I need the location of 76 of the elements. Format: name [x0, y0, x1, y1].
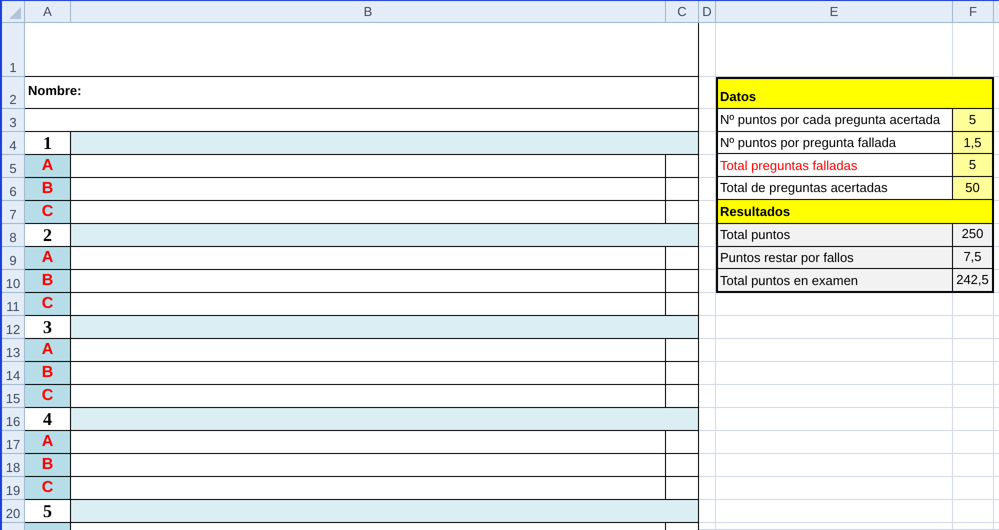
question-text-cell[interactable] [71, 224, 699, 247]
answer-text-cell[interactable] [71, 155, 666, 178]
result-value-cell-text: 250 [960, 225, 984, 244]
question-text-cell[interactable] [71, 316, 699, 339]
option-letter: C [42, 204, 54, 220]
table-cell[interactable] [25, 523, 71, 530]
data-value-cell[interactable]: 5 [953, 154, 992, 176]
option-letter: B [42, 181, 54, 197]
row-header[interactable]: 6 [9, 185, 17, 198]
header-filler [994, 1, 999, 23]
result-label: Puntos restar por fallos [719, 251, 855, 264]
data-value-cell[interactable]: 5 [953, 109, 992, 131]
row-header[interactable]: 2 [9, 93, 17, 106]
question-number: 3 [43, 318, 52, 336]
row-header[interactable]: 8 [9, 231, 17, 244]
column-header[interactable]: A [25, 1, 71, 23]
answer-mark-cell[interactable] [666, 454, 699, 477]
answer-text-cell[interactable] [71, 270, 666, 293]
option-letter: B [42, 457, 54, 473]
row-header[interactable] [2, 523, 25, 530]
answer-mark-cell[interactable] [666, 431, 699, 454]
data-label: Nº puntos por cada pregunta acertada [719, 113, 942, 126]
row-header[interactable]: 7 [9, 208, 17, 221]
data-label: Total preguntas falladas [719, 158, 858, 172]
option-letter: C [42, 388, 54, 404]
result-label: Total puntos en examen [719, 274, 860, 287]
question-number: 1 [43, 134, 52, 152]
answer-mark-cell[interactable] [666, 155, 699, 178]
question-number: 2 [43, 226, 52, 244]
column-header[interactable]: E [716, 1, 953, 23]
row-header[interactable]: 4 [9, 139, 17, 152]
answer-mark-cell[interactable] [666, 339, 699, 362]
question-text-cell[interactable] [71, 132, 699, 155]
answer-text-cell[interactable] [71, 431, 666, 454]
data-label: Nº puntos por pregunta fallada [719, 136, 898, 149]
question-number: 5 [43, 502, 52, 520]
option-letter: A [42, 250, 54, 266]
data-value-cell[interactable]: 50 [953, 176, 992, 198]
data-value-cell[interactable]: 1,5 [953, 132, 992, 154]
data-label: Total de preguntas acertadas [719, 181, 889, 194]
option-letter: A [42, 342, 54, 358]
question-number: 4 [43, 410, 52, 428]
section-title: Datos [720, 88, 756, 106]
answer-text-cell[interactable] [71, 362, 666, 385]
column-header[interactable]: C [666, 1, 699, 23]
column-header[interactable]: F [953, 1, 994, 23]
result-label: Total puntos [719, 228, 792, 242]
option-letter: C [42, 296, 54, 312]
answer-mark-cell[interactable] [666, 178, 699, 201]
answer-mark-cell[interactable] [666, 270, 699, 293]
section-title: Resultados [720, 202, 790, 221]
answer-mark-cell[interactable] [666, 247, 699, 270]
question-text-cell[interactable] [71, 500, 699, 523]
result-value-cell-text: 242,5 [955, 270, 990, 288]
option-letter: B [42, 273, 54, 289]
column-header[interactable]: B [71, 1, 666, 23]
answer-text-cell[interactable] [71, 339, 666, 362]
option-letter: B [42, 365, 54, 381]
answer-text-cell[interactable] [71, 178, 666, 201]
column-header[interactable]: D [699, 1, 716, 23]
answer-mark-cell[interactable] [666, 362, 699, 385]
row-header[interactable]: 9 [9, 254, 17, 267]
option-letter: C [42, 480, 54, 496]
answer-text-cell[interactable] [71, 454, 666, 477]
select-all-corner[interactable] [2, 1, 25, 23]
row-header[interactable]: 1 [9, 61, 17, 74]
name-label: Nombre: [28, 83, 82, 98]
question-text-cell[interactable] [71, 408, 699, 431]
answer-text-cell[interactable] [71, 247, 666, 270]
corner-triangle-icon [9, 7, 21, 19]
table-cell[interactable] [25, 23, 699, 77]
option-letter: A [42, 158, 54, 174]
option-letter: A [42, 434, 54, 450]
result-value-cell-text: 7,5 [962, 248, 983, 266]
row-header[interactable]: 3 [9, 116, 17, 129]
row-header[interactable]: 5 [9, 162, 17, 175]
